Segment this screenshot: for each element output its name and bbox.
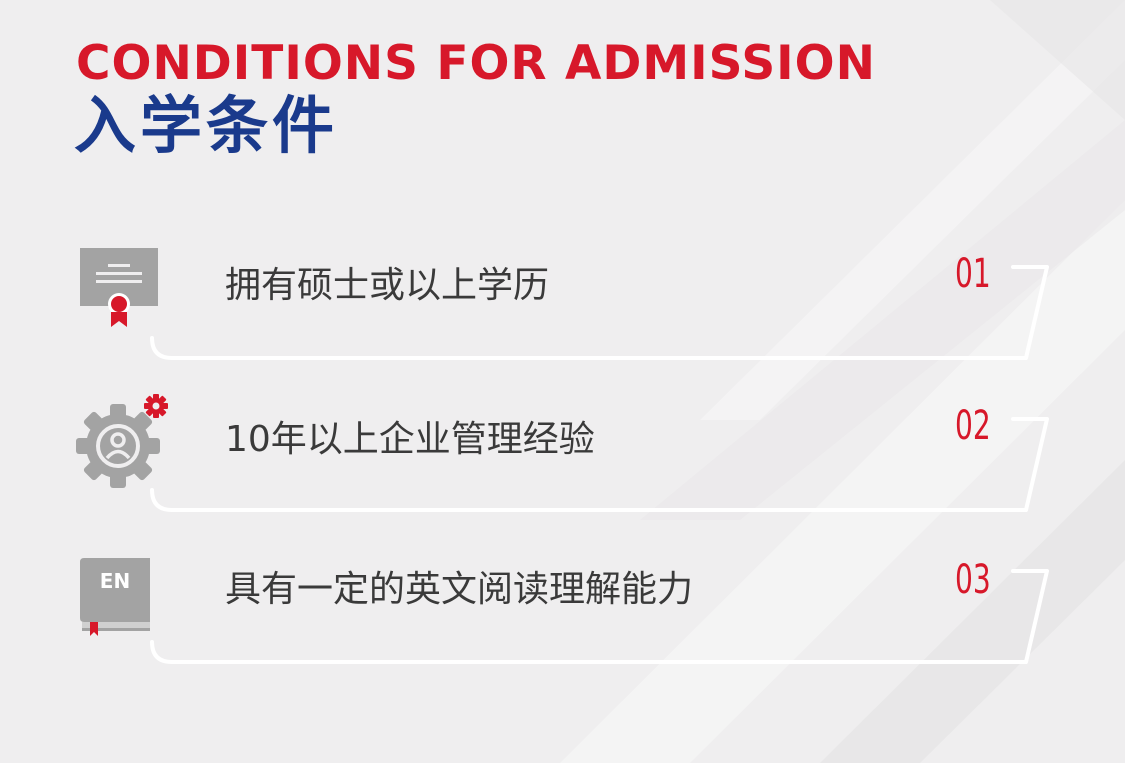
certificate-icon [80,248,160,334]
page-title-chinese: 入学条件 [74,89,339,162]
condition-item-3: EN 具有一定的英文阅读理解能力 03 [0,544,1125,684]
condition-number: 03 [955,557,991,603]
condition-text: 具有一定的英文阅读理解能力 [225,569,694,610]
condition-text: 拥有硕士或以上学历 [225,265,550,306]
condition-item-1: 拥有硕士或以上学历 01 [0,240,1125,380]
condition-number: 01 [955,251,991,297]
condition-text: 10年以上企业管理经验 [225,419,595,460]
condition-item-2: 10年以上企业管理经验 02 [0,392,1125,532]
condition-number: 02 [955,403,991,449]
english-book-icon: EN [80,558,152,642]
book-label: EN [100,569,130,593]
page-title-english: CONDITIONS FOR ADMISSION [76,36,876,91]
gear-person-icon [68,392,172,500]
